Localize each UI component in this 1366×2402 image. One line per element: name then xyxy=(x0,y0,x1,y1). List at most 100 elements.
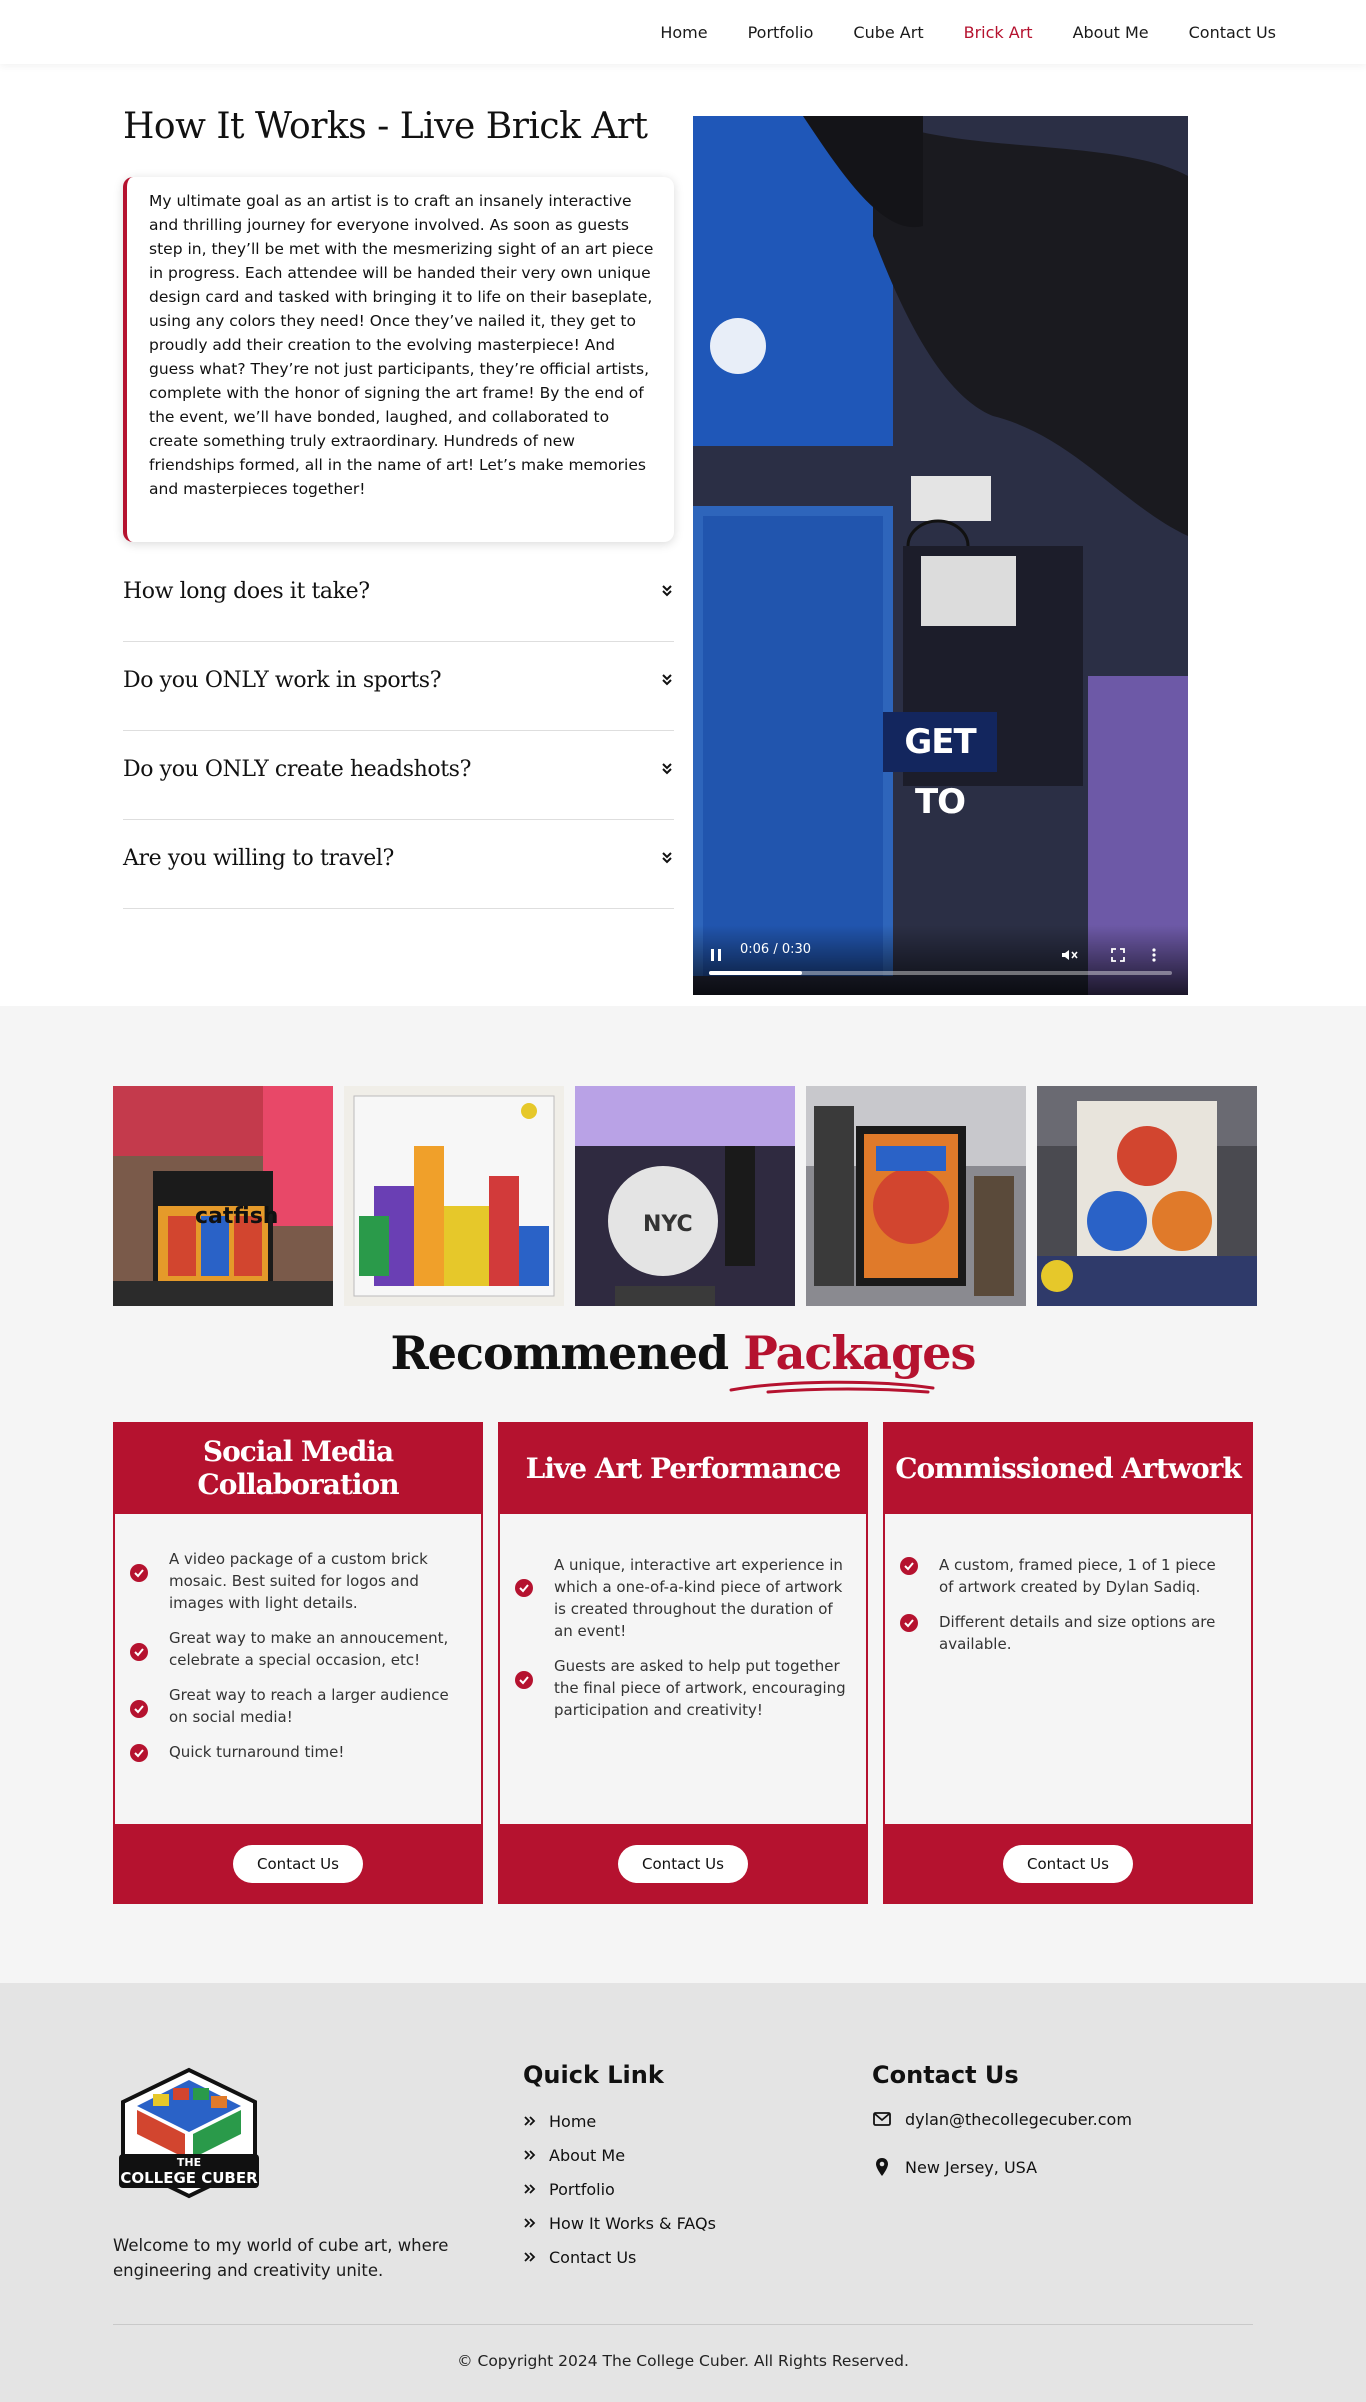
video-overlay-text: GET TO xyxy=(883,712,997,822)
bullet-text: Guests are asked to help put together th… xyxy=(554,1657,846,1719)
quick-link-portfolio[interactable]: Portfolio xyxy=(523,2172,716,2206)
chevron-double-down-icon xyxy=(662,674,672,686)
check-circle-icon xyxy=(900,1557,918,1575)
gallery: catfish NYC xyxy=(113,1086,1257,1306)
fullscreen-icon[interactable] xyxy=(1110,947,1126,963)
package-card-header: Social Media Collaboration xyxy=(113,1422,483,1514)
check-circle-icon xyxy=(515,1671,533,1689)
faq-item[interactable]: How long does it take? xyxy=(123,553,674,642)
video-progress[interactable] xyxy=(709,971,1172,975)
package-card-live-art: Live Art Performance A unique, interacti… xyxy=(498,1422,868,1904)
list-item: A custom, framed piece, 1 of 1 piece of … xyxy=(899,1554,1233,1598)
package-card-title: Live Art Performance xyxy=(525,1451,842,1485)
list-item: Great way to reach a larger audience on … xyxy=(129,1684,463,1728)
bullet-text: A unique, interactive art experience in … xyxy=(554,1556,843,1640)
quick-link-label: Contact Us xyxy=(549,2247,637,2267)
more-options-icon[interactable] xyxy=(1150,947,1158,963)
check-circle-icon xyxy=(515,1579,533,1597)
gallery-image[interactable]: NYC xyxy=(575,1086,795,1306)
package-card-title: Social Media Collaboration xyxy=(197,1435,399,1501)
gallery-image[interactable] xyxy=(1037,1086,1257,1306)
package-card-footer: Contact Us xyxy=(113,1824,483,1904)
quick-link-about[interactable]: About Me xyxy=(523,2138,716,2172)
package-card-footer: Contact Us xyxy=(498,1824,868,1904)
video-time: 0:06 / 0:30 xyxy=(740,942,812,957)
package-card-header: Commissioned Artwork xyxy=(883,1422,1253,1514)
faq-question: Are you willing to travel? xyxy=(123,846,394,871)
contact-us-button[interactable]: Contact Us xyxy=(1003,1845,1133,1883)
chevron-double-down-icon xyxy=(662,763,672,775)
logo-text-top: THE xyxy=(177,2156,201,2169)
gallery-caption: NYC xyxy=(643,1212,693,1237)
package-bullets: A unique, interactive art experience in … xyxy=(514,1554,848,1734)
quick-link-how-it-works[interactable]: How It Works & FAQs xyxy=(523,2206,716,2240)
pause-icon[interactable] xyxy=(709,947,723,963)
list-item: A video package of a custom brick mosaic… xyxy=(129,1548,463,1614)
package-bullets: A custom, framed piece, 1 of 1 piece of … xyxy=(899,1554,1233,1668)
contact-us-button[interactable]: Contact Us xyxy=(233,1845,363,1883)
faq-item[interactable]: Do you ONLY work in sports? xyxy=(123,642,674,731)
gallery-image[interactable] xyxy=(344,1086,564,1306)
check-circle-icon xyxy=(130,1744,148,1762)
list-item: Quick turnaround time! xyxy=(129,1741,463,1763)
bullet-text: Great way to make an annoucement, celebr… xyxy=(169,1629,449,1669)
quick-links: Home About Me Portfolio How It Works & F… xyxy=(523,2104,716,2274)
quick-link-label: Home xyxy=(549,2111,597,2131)
double-chevron-right-icon xyxy=(524,2116,536,2126)
quick-link-title: Quick Link xyxy=(523,2061,664,2089)
check-circle-icon xyxy=(130,1700,148,1718)
how-it-works-title: How It Works - Live Brick Art xyxy=(123,106,648,147)
faq-question: Do you ONLY work in sports? xyxy=(123,668,442,693)
quick-link-contact[interactable]: Contact Us xyxy=(523,2240,716,2274)
video-controls: 0:06 / 0:30 xyxy=(693,925,1188,995)
package-card-title: Commissioned Artwork xyxy=(895,1451,1242,1485)
list-item: Guests are asked to help put together th… xyxy=(514,1655,848,1721)
gallery-image[interactable]: catfish xyxy=(113,1086,333,1306)
contact-us-button[interactable]: Contact Us xyxy=(618,1845,748,1883)
footer-divider xyxy=(113,2324,1253,2325)
quick-link-label: How It Works & FAQs xyxy=(549,2213,716,2233)
quick-link-home[interactable]: Home xyxy=(523,2104,716,2138)
check-circle-icon xyxy=(130,1564,148,1582)
site-header: Home Portfolio Cube Art Brick Art About … xyxy=(0,0,1366,64)
contact-title: Contact Us xyxy=(872,2061,1019,2089)
bullet-text: Great way to reach a larger audience on … xyxy=(169,1686,449,1726)
bullet-text: A custom, framed piece, 1 of 1 piece of … xyxy=(939,1556,1216,1596)
contact-email-text: dylan@thecollegecuber.com xyxy=(905,2109,1132,2129)
logo-text-bottom: COLLEGE CUBER xyxy=(120,2169,258,2187)
bullet-text: A video package of a custom brick mosaic… xyxy=(169,1550,428,1612)
chevron-double-down-icon xyxy=(662,585,672,597)
nav-cube-art[interactable]: Cube Art xyxy=(853,23,923,42)
list-item: A unique, interactive art experience in … xyxy=(514,1554,848,1642)
chevron-double-down-icon xyxy=(662,852,672,864)
map-pin-icon xyxy=(876,2158,888,2176)
footer-welcome: Welcome to my world of cube art, where e… xyxy=(113,2236,449,2280)
bullet-text: Quick turnaround time! xyxy=(169,1743,345,1761)
mute-icon[interactable] xyxy=(1060,947,1078,963)
package-bullets: A video package of a custom brick mosaic… xyxy=(129,1548,463,1776)
contact-location-text: New Jersey, USA xyxy=(905,2157,1038,2177)
quick-link-label: Portfolio xyxy=(549,2179,615,2199)
nav-about-me[interactable]: About Me xyxy=(1073,23,1149,42)
copyright: © Copyright 2024 The College Cuber. All … xyxy=(457,2352,909,2370)
faq-question: Do you ONLY create headshots? xyxy=(123,757,471,782)
video-player[interactable]: GET TO 0:06 / 0:30 xyxy=(693,116,1188,995)
gallery-caption: catfish xyxy=(195,1204,279,1229)
faq-item[interactable]: Are you willing to travel? xyxy=(123,820,674,909)
envelope-icon xyxy=(873,2112,891,2126)
nav-portfolio[interactable]: Portfolio xyxy=(748,23,814,42)
college-cuber-logo[interactable]: THE COLLEGE CUBER xyxy=(113,2066,265,2200)
nav-brick-art[interactable]: Brick Art xyxy=(964,23,1033,42)
nav-home[interactable]: Home xyxy=(660,23,707,42)
faq-item[interactable]: Do you ONLY create headshots? xyxy=(123,731,674,820)
list-item: Great way to make an annoucement, celebr… xyxy=(129,1627,463,1671)
contact-email[interactable]: dylan@thecollegecuber.com xyxy=(872,2109,1132,2129)
gallery-image[interactable] xyxy=(806,1086,1026,1306)
video-progress-fill xyxy=(709,971,802,975)
packages-heading-highlight: Packages xyxy=(743,1326,976,1380)
package-card-header: Live Art Performance xyxy=(498,1422,868,1514)
list-item: Different details and size options are a… xyxy=(899,1611,1233,1655)
nav-contact-us[interactable]: Contact Us xyxy=(1189,23,1276,42)
double-chevron-right-icon xyxy=(524,2184,536,2194)
bullet-text: Different details and size options are a… xyxy=(939,1613,1216,1653)
